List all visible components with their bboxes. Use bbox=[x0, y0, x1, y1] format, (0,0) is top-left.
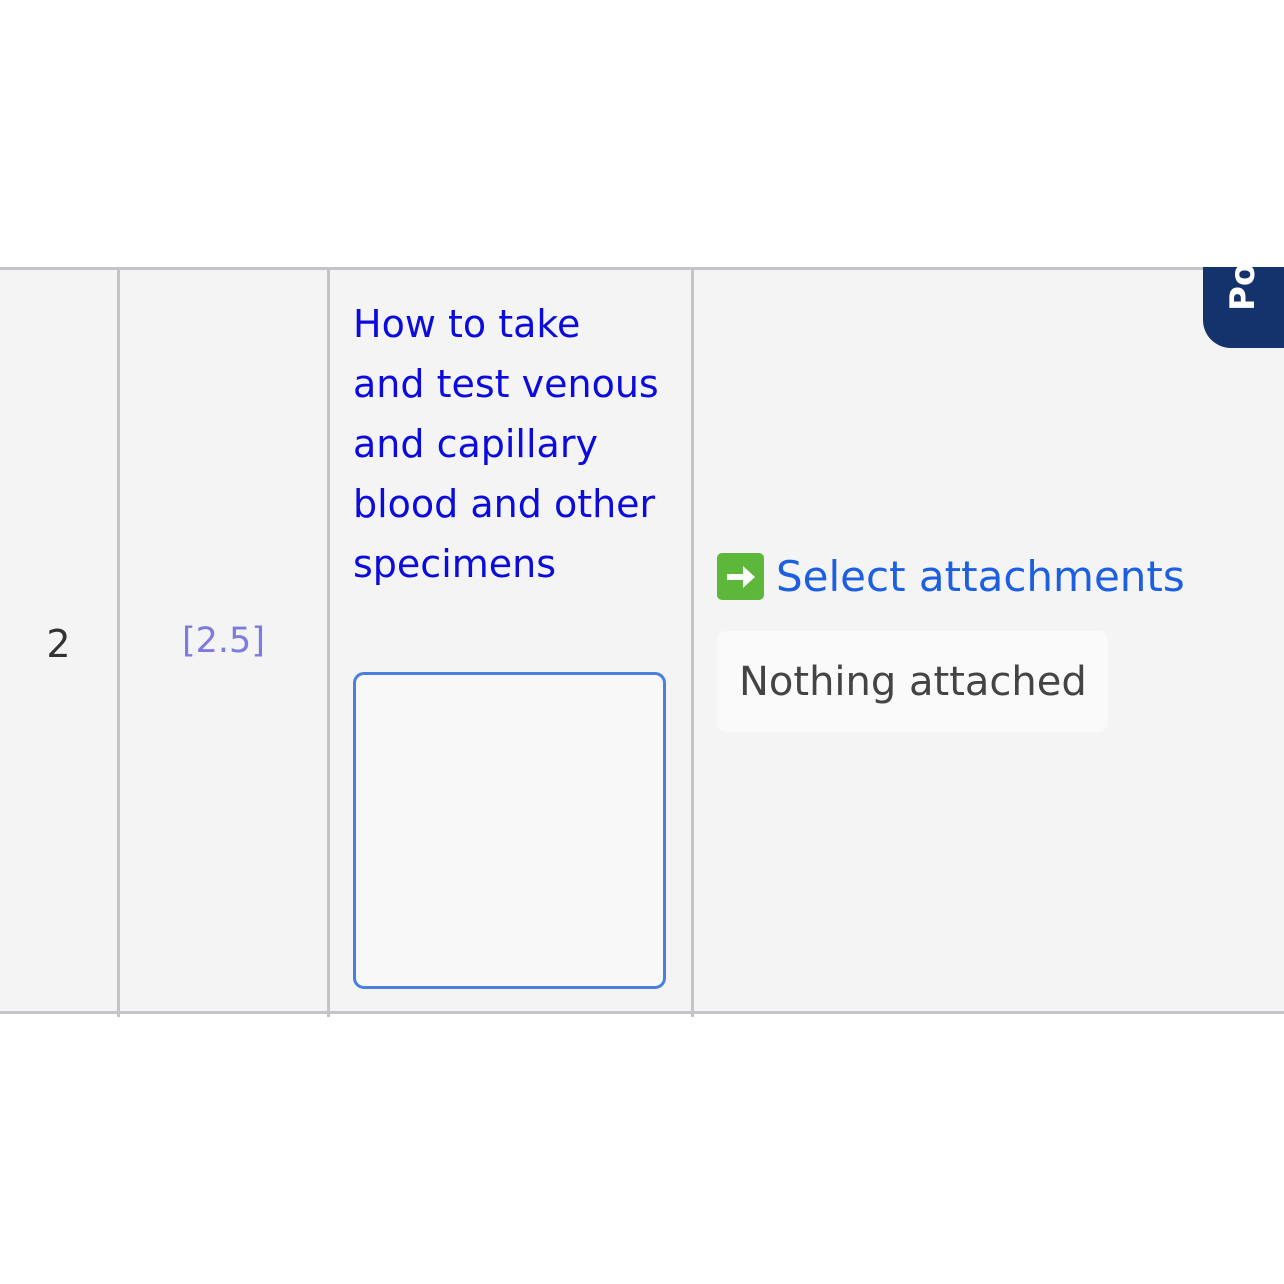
column-divider bbox=[327, 267, 330, 1017]
arrow-right-icon bbox=[717, 553, 764, 600]
criteria-link[interactable]: How to take and test venous and capillar… bbox=[353, 294, 663, 594]
column-divider bbox=[117, 267, 120, 1017]
select-attachments-label: Select attachments bbox=[776, 552, 1185, 601]
attachments-status: Nothing attached bbox=[717, 631, 1108, 732]
row-number: 2 bbox=[46, 621, 71, 666]
column-divider bbox=[691, 267, 694, 1017]
side-tab-label: Po bbox=[1223, 267, 1263, 311]
table-row: 2 [2.5] How to take and test venous and … bbox=[0, 267, 1284, 1014]
row-number-cell: 2 bbox=[0, 270, 117, 1011]
side-tab[interactable]: Po bbox=[1203, 267, 1284, 348]
reference-link[interactable]: [2.5] bbox=[182, 621, 265, 661]
reference-cell: [2.5] bbox=[120, 270, 327, 1011]
attachments-cell: Select attachments Nothing attached bbox=[694, 270, 1284, 1011]
evidence-textarea[interactable] bbox=[353, 672, 666, 989]
select-attachments-link[interactable]: Select attachments bbox=[717, 552, 1185, 601]
criteria-cell: How to take and test venous and capillar… bbox=[330, 270, 691, 1011]
